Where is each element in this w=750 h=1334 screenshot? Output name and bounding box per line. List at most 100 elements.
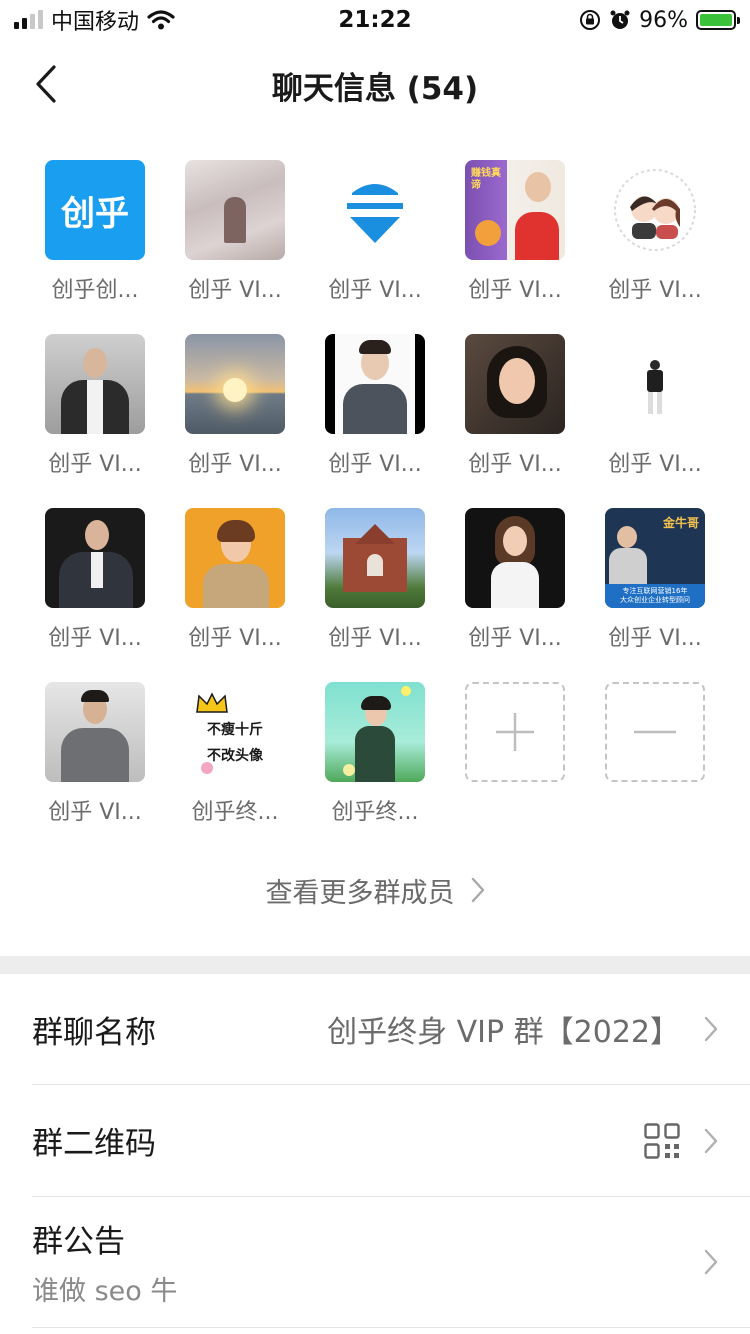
group-notice-value: 谁做 seo 牛 — [32, 1276, 178, 1307]
member-item[interactable]: 创乎 VI... — [305, 334, 445, 478]
settings-list: 群聊名称 创乎终身 VIP 群【2022】 群二维码 群公告 谁做 seo 牛 — [0, 974, 750, 1334]
chevron-right-icon — [704, 1128, 718, 1153]
member-item[interactable]: 创乎 VI... — [165, 160, 305, 304]
member-name: 创乎 VI... — [188, 278, 282, 303]
add-member-button[interactable] — [465, 682, 565, 782]
group-name-value: 创乎终身 VIP 群【2022】 — [327, 1015, 680, 1050]
member-name: 创乎终... — [191, 800, 279, 825]
qr-code-icon — [644, 1122, 680, 1159]
members-panel: 创乎 创乎创... 创乎 VI... 创乎 VI... 赚钱真谛 创乎 VI..… — [0, 130, 750, 956]
member-name: 创乎 VI... — [468, 278, 562, 303]
avatar — [325, 334, 425, 434]
member-item[interactable]: 创乎 VI... — [585, 160, 725, 304]
wifi-icon — [147, 10, 175, 30]
member-name: 创乎 VI... — [328, 278, 422, 303]
member-name: 创乎创... — [51, 278, 139, 303]
status-bar: 中国移动 21:22 96% — [0, 0, 750, 40]
member-grid: 创乎 创乎创... 创乎 VI... 创乎 VI... 赚钱真谛 创乎 VI..… — [25, 160, 725, 826]
carrier-label: 中国移动 — [51, 10, 140, 35]
diamond-logo-icon — [347, 184, 403, 243]
avatar: 不瘦十斤 不改头像 — [185, 682, 285, 782]
brand-logo-text: 创乎 — [61, 193, 129, 234]
group-notice-label: 群公告 — [32, 1224, 125, 1260]
member-item[interactable]: 创乎 VI... — [165, 334, 305, 478]
book-title-text: 赚钱真谛 — [471, 168, 501, 191]
minus-icon — [634, 730, 676, 734]
avatar — [325, 160, 425, 260]
signal-icon — [14, 10, 43, 29]
alarm-icon — [610, 10, 630, 29]
member-item[interactable]: 创乎 VI... — [25, 334, 165, 478]
page-title: 聊天信息 (54) — [271, 70, 479, 107]
avatar — [45, 508, 145, 608]
crown-icon — [196, 692, 228, 713]
member-name: 创乎 VI... — [608, 626, 702, 651]
qr-code-right — [644, 1122, 718, 1159]
member-item[interactable]: 创乎 VI... — [25, 682, 165, 826]
poster-line-2: 大众创业企业转型顾问 — [620, 596, 690, 604]
avatar — [185, 160, 285, 260]
member-item[interactable]: 创乎 VI... — [445, 334, 585, 478]
member-name: 创乎 VI... — [48, 452, 142, 477]
status-left: 中国移动 — [14, 4, 175, 36]
crown-text-line-1: 不瘦十斤 — [207, 722, 263, 738]
member-item[interactable]: 创乎 VI... — [445, 508, 585, 652]
member-item[interactable]: 创乎 VI... — [305, 508, 445, 652]
poster-line-1: 专注互联网营销16年 — [622, 587, 688, 595]
qr-code-row[interactable]: 群二维码 — [32, 1085, 750, 1197]
remove-member-button[interactable] — [605, 682, 705, 782]
add-member-item[interactable] — [445, 682, 585, 826]
member-item[interactable]: 创乎 VI... — [165, 508, 305, 652]
member-name: 创乎 VI... — [328, 626, 422, 651]
chevron-right-icon — [704, 1249, 718, 1275]
member-name: 创乎 VI... — [48, 800, 142, 825]
poster-name-text: 金牛哥 — [662, 516, 699, 530]
group-notice-row[interactable]: 群公告 谁做 seo 牛 — [32, 1197, 750, 1328]
chevron-right-icon — [471, 877, 484, 903]
member-name: 创乎 VI... — [188, 452, 282, 477]
battery-charging-icon — [696, 10, 740, 30]
member-item[interactable]: 赚钱真谛 创乎 VI... — [445, 160, 585, 304]
avatar — [185, 508, 285, 608]
nav-bar: 聊天信息 (54) — [0, 40, 750, 130]
member-name: 创乎 VI... — [468, 626, 562, 651]
back-button[interactable] — [26, 62, 66, 106]
avatar — [465, 508, 565, 608]
member-item[interactable]: 不瘦十斤 不改头像 创乎终... — [165, 682, 305, 826]
avatar — [605, 160, 705, 260]
avatar: 金牛哥 专注互联网营销16年 大众创业企业转型顾问 — [605, 508, 705, 608]
group-name-row[interactable]: 群聊名称 创乎终身 VIP 群【2022】 — [32, 974, 750, 1085]
avatar — [45, 334, 145, 434]
crown-text-line-2: 不改头像 — [207, 748, 263, 764]
member-item[interactable]: 创乎 VI... — [305, 160, 445, 304]
avatar — [185, 334, 285, 434]
member-name: 创乎 VI... — [328, 452, 422, 477]
plus-icon — [496, 713, 534, 751]
member-name: 创乎 VI... — [48, 626, 142, 651]
member-name: 创乎 VI... — [608, 278, 702, 303]
view-more-members-link[interactable]: 查看更多群成员 — [0, 865, 750, 915]
battery-percent: 96% — [639, 7, 688, 33]
member-item[interactable]: 创乎 创乎创... — [25, 160, 165, 304]
member-name: 创乎 VI... — [188, 626, 282, 651]
avatar — [325, 682, 425, 782]
remove-member-item[interactable] — [585, 682, 725, 826]
member-item[interactable]: 创乎 VI... — [25, 508, 165, 652]
member-item[interactable]: 创乎终... — [305, 682, 445, 826]
member-name: 创乎 VI... — [468, 452, 562, 477]
group-name-right: 创乎终身 VIP 群【2022】 — [327, 1007, 718, 1051]
status-right: 96% — [579, 7, 740, 33]
group-notice-text: 群公告 谁做 seo 牛 — [32, 1216, 177, 1308]
avatar — [465, 334, 565, 434]
group-name-label: 群聊名称 — [32, 1014, 156, 1051]
rotation-lock-icon — [580, 10, 601, 30]
qr-code-label: 群二维码 — [32, 1126, 156, 1162]
member-item[interactable]: 金牛哥 专注互联网营销16年 大众创业企业转型顾问 创乎 VI... — [585, 508, 725, 652]
avatar — [45, 682, 145, 782]
cartoon-couple-icon — [614, 169, 696, 251]
avatar — [325, 508, 425, 608]
view-more-label: 查看更多群成员 — [265, 877, 455, 909]
member-name: 创乎终... — [331, 800, 419, 825]
member-item[interactable]: 创乎 VI... — [585, 334, 725, 478]
member-name: 创乎 VI... — [608, 452, 702, 477]
